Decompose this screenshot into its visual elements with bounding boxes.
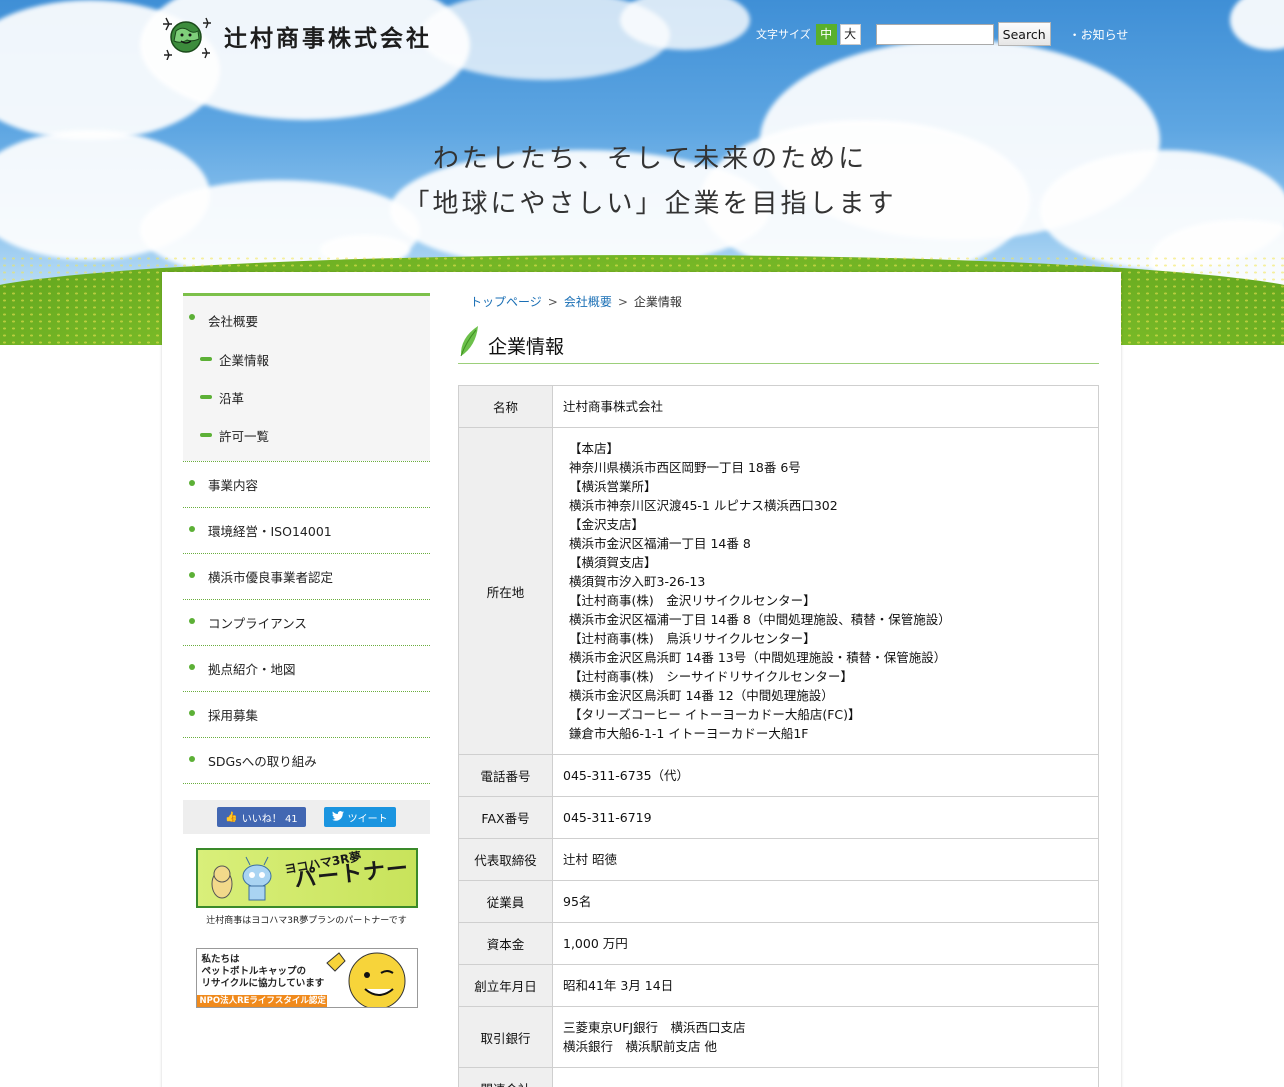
banner2-strip: NPO法人REライフスタイル認定	[196, 995, 327, 1007]
phone-label: 電話番号	[458, 754, 553, 797]
twitter-tweet-label: ツイート	[347, 813, 388, 825]
table-row-related: 関連会社	[458, 1067, 1099, 1087]
banner2-line1: 私たちは	[201, 954, 240, 965]
sidebar-item-business[interactable]: 事業内容	[183, 462, 430, 508]
yokohama-3r-partner-banner[interactable]: ヨコハマ3R夢 パートナー	[195, 848, 418, 908]
address-line: 横浜市金沢区福浦一丁目 14番 8	[569, 536, 751, 551]
site-logo[interactable]: 辻村商事株式会社	[162, 14, 432, 61]
address-line: 鎌倉市大船6-1-1 イトーヨーカドー大船1F	[569, 726, 809, 741]
phone-value: 045-311-6735（代）	[552, 754, 1099, 797]
breadcrumb: トップページ > 会社概要 > 企業情報	[470, 295, 682, 309]
table-row-ceo: 代表取締役 辻村 昭徳	[458, 838, 1099, 881]
address-line: 横浜市金沢区鳥浜町 14番 12（中間処理施設）	[569, 688, 834, 703]
thumbs-up-icon: 👍	[225, 811, 238, 823]
font-size-medium-button[interactable]: 中	[815, 23, 837, 45]
table-row-name: 名称 辻村商事株式会社	[458, 385, 1099, 428]
founded-label: 創立年月日	[458, 964, 553, 1007]
name-label: 名称	[458, 385, 553, 428]
address-line: 横須賀市汐入町3-26-13	[569, 574, 706, 589]
sidebar-item-compliance[interactable]: コンプライアンス	[183, 600, 430, 646]
address-line: 横浜市金沢区鳥浜町 14番 13号（中間処理施設・積替・保管施設）	[569, 650, 947, 665]
news-link[interactable]: お知らせ	[1069, 26, 1129, 43]
sidebar-subitem-permits[interactable]: 許可一覧	[183, 417, 430, 455]
fax-value: 045-311-6719	[552, 796, 1099, 839]
bank-line: 横浜銀行 横浜駅前支店 他	[563, 1039, 717, 1054]
table-row-phone: 電話番号 045-311-6735（代）	[458, 754, 1099, 797]
sidebar-item-company-overview[interactable]: 会社概要	[183, 296, 430, 341]
address-label: 所在地	[458, 427, 553, 755]
address-line: 横浜市神奈川区沢渡45-1 ルピナス横浜西口302	[569, 498, 838, 513]
capital-value: 1,000 万円	[552, 922, 1099, 965]
earth-logo-icon	[162, 14, 212, 61]
company-name: 辻村商事株式会社	[224, 25, 432, 52]
address-line: 【横浜営業所】	[569, 479, 657, 494]
fax-label: FAX番号	[458, 796, 553, 839]
search-button[interactable]: Search	[997, 22, 1051, 46]
main-panel: 会社概要 企業情報 沿革 許可一覧 事業内容 環境経営・ISO14001 横浜市…	[162, 272, 1121, 1087]
founded-value: 昭和41年 3月 14日	[552, 964, 1099, 1007]
sidebar: 会社概要 企業情報 沿革 許可一覧 事業内容 環境経営・ISO14001 横浜市…	[183, 293, 430, 1008]
font-size-large-button[interactable]: 大	[839, 23, 861, 45]
table-row-address: 所在地 【本店】 神奈川県横浜市西区岡野一丁目 18番 6号 【横浜営業所】 横…	[458, 427, 1099, 755]
table-row-bank: 取引銀行 三菱東京UFJ銀行 横浜西口支店 横浜銀行 横浜駅前支店 他	[458, 1006, 1099, 1068]
twitter-tweet-button[interactable]: ツイート	[323, 807, 396, 827]
address-line: 【タリーズコーヒー イトーヨーカドー大船店(FC)】	[569, 707, 861, 722]
banner2-line2: ペットボトルキャップの	[201, 966, 307, 977]
sidebar-subitem-company-info[interactable]: 企業情報	[183, 341, 430, 379]
table-row-employees: 従業員 95名	[458, 880, 1099, 923]
table-row-founded: 創立年月日 昭和41年 3月 14日	[458, 964, 1099, 1007]
capital-label: 資本金	[458, 922, 553, 965]
twitter-bird-icon	[331, 810, 344, 824]
banner1-caption: 辻村商事はヨコハマ3R夢プランのパートナーです	[206, 916, 407, 926]
sidebar-item-recruitment[interactable]: 採用募集	[183, 692, 430, 738]
bank-value: 三菱東京UFJ銀行 横浜西口支店 横浜銀行 横浜駅前支店 他	[552, 1006, 1099, 1068]
bank-label: 取引銀行	[458, 1006, 553, 1068]
mascot-icon	[211, 856, 271, 901]
banner2-line3: リサイクルに協力しています	[201, 978, 325, 989]
hero-tagline-2: 「地球にやさしい」企業を目指します	[403, 189, 897, 219]
sidebar-subitem-history[interactable]: 沿革	[183, 379, 430, 417]
sidebar-item-iso14001[interactable]: 環境経営・ISO14001	[183, 508, 430, 554]
address-line: 【金沢支店】	[569, 517, 645, 532]
address-line: 【辻村商事(株) シーサイドリサイクルセンター】	[569, 669, 853, 684]
search-input[interactable]	[875, 23, 994, 45]
font-size-label: 文字サイズ	[756, 28, 811, 41]
hero-tagline-1: わたしたち、そして未来のために	[432, 144, 868, 174]
table-row-fax: FAX番号 045-311-6719	[458, 796, 1099, 839]
sidebar-group-company: 会社概要 企業情報 沿革 許可一覧	[183, 296, 430, 461]
share-buttons: 👍 いいね！ 41 ツイート	[183, 800, 430, 834]
sidebar-item-locations[interactable]: 拠点紹介・地図	[183, 646, 430, 692]
related-value	[552, 1067, 1099, 1087]
address-value: 【本店】 神奈川県横浜市西区岡野一丁目 18番 6号 【横浜営業所】 横浜市神奈…	[552, 427, 1099, 755]
employees-value: 95名	[552, 880, 1099, 923]
address-line: 【本店】	[569, 441, 620, 456]
leaf-icon	[460, 326, 478, 357]
pet-bottle-cap-banner[interactable]: 私たちは ペットボトルキャップの リサイクルに協力しています NPO法人REライ…	[195, 948, 418, 1008]
smiling-face-icon	[325, 952, 405, 1007]
ceo-value: 辻村 昭徳	[552, 838, 1099, 881]
page-header: 企業情報	[458, 324, 1099, 364]
sidebar-item-yokohama-certified[interactable]: 横浜市優良事業者認定	[183, 554, 430, 600]
ceo-label: 代表取締役	[458, 838, 553, 881]
breadcrumb-current: 企業情報	[633, 295, 682, 309]
address-line: 【辻村商事(株) 金沢リサイクルセンター】	[569, 593, 816, 608]
address-line: 神奈川県横浜市西区岡野一丁目 18番 6号	[569, 460, 801, 475]
address-line: 【辻村商事(株) 鳥浜リサイクルセンター】	[569, 631, 816, 646]
main-content: トップページ > 会社概要 > 企業情報 企業情報 名称 辻村商事株式会社 所在地 【本…	[458, 293, 1099, 1087]
facebook-like-label: いいね！ 41	[241, 813, 298, 825]
breadcrumb-section-link[interactable]: 会社概要	[564, 295, 612, 309]
address-line: 【横須賀支店】	[569, 555, 657, 570]
page-title: 企業情報	[488, 336, 565, 358]
sidebar-item-sdgs[interactable]: SDGsへの取り組み	[183, 738, 430, 784]
employees-label: 従業員	[458, 880, 553, 923]
bank-line: 三菱東京UFJ銀行 横浜西口支店	[563, 1020, 746, 1035]
breadcrumb-home-link[interactable]: トップページ	[470, 295, 542, 309]
related-label: 関連会社	[458, 1067, 553, 1087]
header-tools: 文字サイズ 中 大 Search お知らせ	[756, 22, 1128, 46]
company-info-table: 名称 辻村商事株式会社 所在地 【本店】 神奈川県横浜市西区岡野一丁目 18番 …	[458, 385, 1099, 1087]
facebook-like-button[interactable]: 👍 いいね！ 41	[217, 807, 306, 827]
address-line: 横浜市金沢区福浦一丁目 14番 8（中間処理施設、積替・保管施設）	[569, 612, 951, 627]
name-value: 辻村商事株式会社	[552, 385, 1099, 428]
table-row-capital: 資本金 1,000 万円	[458, 922, 1099, 965]
